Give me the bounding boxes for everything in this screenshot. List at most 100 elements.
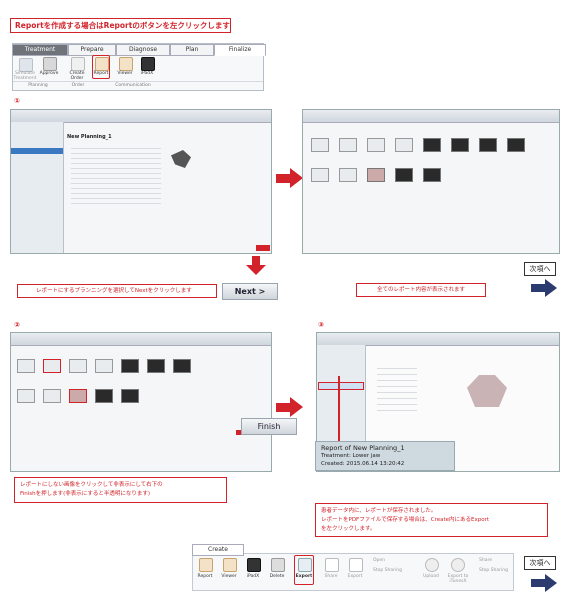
thumbnail[interactable] [95, 359, 113, 373]
export-icon[interactable] [298, 558, 312, 572]
arrow-right-3 [276, 403, 290, 412]
approve-label: Approve [39, 71, 59, 76]
thumbnail[interactable] [147, 359, 165, 373]
hide-caption-line-1: レポートにしない画像をクリックして非表示にして右下の [20, 482, 163, 488]
finish-button[interactable]: Finish [241, 418, 297, 435]
report-icon[interactable] [199, 558, 213, 572]
export-doc-icon[interactable] [349, 558, 363, 572]
share-2-label[interactable]: Share [479, 558, 505, 563]
delete-icon[interactable] [271, 558, 285, 572]
thumbnail[interactable] [339, 168, 357, 182]
next-button-small[interactable] [256, 245, 270, 251]
report-preview-text [377, 363, 417, 413]
thumbnail[interactable] [17, 359, 35, 373]
upload-icon[interactable] [425, 558, 439, 572]
arrow-right-1 [276, 174, 290, 183]
create-ribbon: Create Report Viewer iPadX Delete Export… [192, 544, 514, 591]
thumbnail[interactable] [395, 138, 413, 152]
delete-label: Delete [269, 574, 285, 579]
thumbnail[interactable] [423, 138, 441, 152]
step-1-marker: ① [14, 97, 20, 105]
next-page-button-2[interactable]: 次項へ [524, 556, 556, 570]
report-icon[interactable] [95, 57, 109, 71]
thumbnail[interactable] [507, 138, 525, 152]
thumbnail[interactable] [43, 359, 61, 373]
saved-caption-line-1: 患者データ内に、レポートが保存されました。 [321, 508, 437, 514]
group-divider [13, 81, 263, 82]
thumbnail[interactable] [95, 389, 113, 403]
thumbnail[interactable] [395, 168, 413, 182]
report-label: Report [197, 574, 213, 579]
thumbnail-grid [17, 355, 217, 415]
check-icon[interactable] [43, 57, 57, 71]
saved-caption-line-2: レポートをPDFファイルで保存する場合は、Create内にあるExport [321, 517, 489, 523]
report-item-card[interactable]: Report of New Planning_1 Treatment: Lowe… [315, 441, 455, 471]
thumbnail[interactable] [311, 138, 329, 152]
thumbnail[interactable] [17, 389, 35, 403]
thumbnail-grid [311, 134, 531, 194]
thumbnail[interactable] [69, 389, 87, 403]
open-label[interactable]: Open [373, 558, 399, 563]
arrow-right-2 [531, 284, 545, 292]
next-page-button-1[interactable]: 次項へ [524, 262, 556, 276]
group-order: Order [71, 83, 85, 88]
tab-treatment[interactable]: Treatment [12, 44, 68, 56]
next-button[interactable]: Next > [222, 283, 278, 300]
app-toolbar [303, 110, 559, 123]
tab-finalize[interactable]: Finalize [214, 44, 266, 56]
instruction-top: Reportを作成する場合はReportのボタンを左クリックします [10, 18, 231, 33]
thumbnail[interactable] [479, 138, 497, 152]
arrow-right-2-head [545, 279, 557, 297]
select-planning-caption: レポートにするプランニングを選択してNextをクリックします [17, 284, 217, 298]
hide-caption-line-2: Finishを押します(非表示にすると半透明になります) [20, 491, 151, 497]
all-contents-caption: 全てのレポート内容が表示されます [356, 283, 486, 297]
export-2-label: Export [347, 574, 363, 579]
tab-create[interactable]: Create [192, 544, 244, 556]
saved-caption-line-3: を左クリックします。 [321, 526, 376, 532]
thumbnail[interactable] [367, 168, 385, 182]
upload-label: Upload [423, 574, 439, 579]
stop-sharing-label[interactable]: Stop Sharing [373, 568, 413, 573]
cart-icon[interactable] [71, 57, 85, 71]
arrow-right-4 [531, 579, 545, 587]
thumbnail[interactable] [121, 389, 139, 403]
stop-sharing-2-label[interactable]: Stop Sharing [479, 568, 513, 573]
tab-diagnose[interactable]: Diagnose [116, 44, 170, 56]
thumbnail[interactable] [311, 168, 329, 182]
thumbnail[interactable] [173, 359, 191, 373]
planning-details [71, 144, 161, 204]
export-itunes-label: Export to iTunesX [447, 574, 469, 584]
thumbnail[interactable] [339, 138, 357, 152]
group-communication: Communication [115, 83, 151, 88]
report-item-line-1: Treatment: Lower jaw [321, 453, 381, 459]
thumbnail[interactable] [423, 168, 441, 182]
hide-images-caption: レポートにしない画像をクリックして非表示にして右下の Finishを押します(非… [14, 477, 227, 503]
tab-plan[interactable]: Plan [170, 44, 214, 56]
selected-planning-row[interactable] [11, 148, 63, 154]
itunes-icon[interactable] [451, 558, 465, 572]
simulate-treatment-label: Simulate Treatment [13, 71, 37, 81]
step-2-marker: ② [14, 321, 20, 329]
thumbnail[interactable] [121, 359, 139, 373]
app-toolbar [11, 333, 271, 346]
step-3-marker: ③ [318, 321, 324, 329]
ipad-icon[interactable] [141, 57, 155, 71]
report-model-preview [467, 375, 507, 407]
viewer-icon[interactable] [119, 57, 133, 71]
arrow-right-4-head [545, 574, 557, 592]
thumbnail[interactable] [367, 138, 385, 152]
ipadx-label: iPadX [246, 574, 260, 579]
thumbnail[interactable] [451, 138, 469, 152]
ipad-icon[interactable] [247, 558, 261, 572]
mail-icon[interactable] [325, 558, 339, 572]
patient-sidebar [11, 122, 64, 253]
arrow-right-3-head [290, 397, 303, 417]
thumbnail[interactable] [43, 389, 61, 403]
viewer-icon[interactable] [223, 558, 237, 572]
ribbon-top: Treatment Prepare Diagnose Plan Finalize… [12, 43, 266, 91]
report-row-highlight[interactable] [318, 382, 364, 390]
tooth-icon[interactable] [19, 58, 33, 72]
model-preview [171, 150, 191, 168]
report-item-title: Report of New Planning_1 [321, 444, 405, 452]
thumbnail[interactable] [69, 359, 87, 373]
